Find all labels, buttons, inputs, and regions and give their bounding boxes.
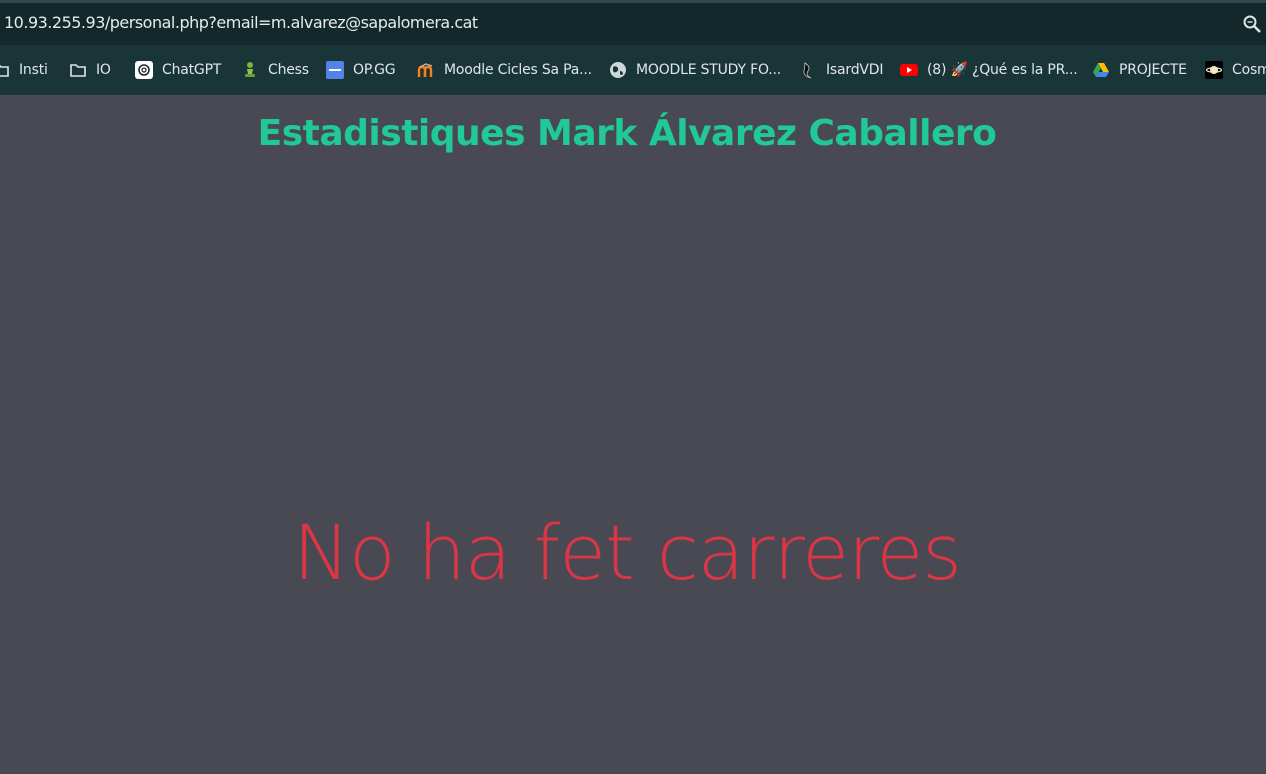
bookmark-projecte[interactable]: PROJECTE (1092, 60, 1187, 80)
address-bar[interactable]: 10.93.255.93/personal.php?email=m.alvare… (0, 3, 1266, 45)
opgg-icon (326, 61, 344, 79)
bookmark-youtube[interactable]: (8) 🚀 ¿Qué es la PR... (900, 60, 1078, 80)
url-text[interactable]: 10.93.255.93/personal.php?email=m.alvare… (4, 13, 478, 32)
bookmark-opgg[interactable]: OP.GG (326, 60, 396, 80)
bookmark-label: IO (96, 62, 111, 78)
chess-pawn-icon (245, 62, 255, 77)
bookmark-label: Insti (19, 62, 48, 78)
bookmark-io[interactable]: IO (69, 60, 111, 80)
globe-icon (610, 62, 626, 78)
page-title: Estadistiques Mark Álvarez Caballero (257, 113, 997, 154)
bookmark-label: (8) 🚀 ¿Qué es la PR... (927, 62, 1078, 78)
bookmark-label: ChatGPT (162, 62, 222, 78)
bookmark-label: OP.GG (353, 62, 396, 78)
bookmark-label: PROJECTE (1119, 62, 1187, 78)
page-content: Estadistiques Mark Álvarez Caballero No … (0, 95, 1266, 774)
bookmark-isardvdi[interactable]: IsardVDI (799, 60, 883, 80)
bookmark-label: MOODLE STUDY FO... (636, 62, 781, 78)
isard-icon (803, 62, 812, 79)
folder-icon (0, 64, 9, 77)
bookmark-chatgpt[interactable]: ChatGPT (135, 60, 221, 80)
youtube-icon (900, 64, 918, 76)
bookmark-cosm[interactable]: Cosm (1205, 60, 1266, 80)
bookmark-moodle-study[interactable]: MOODLE STUDY FO... (609, 60, 781, 80)
google-drive-icon (1093, 63, 1109, 77)
chatgpt-icon (135, 61, 153, 79)
bookmark-label: Chess (268, 62, 309, 78)
bookmark-label: IsardVDI (826, 62, 884, 78)
bookmark-chess[interactable]: Chess (241, 60, 309, 80)
planet-icon (1205, 61, 1223, 79)
bookmark-label: Moodle Cicles Sa Pa... (444, 62, 592, 78)
bookmark-moodle-cicles[interactable]: Moodle Cicles Sa Pa... (417, 60, 592, 80)
bookmark-label: Cosm (1232, 62, 1266, 78)
no-races-message: No ha fet carreres (293, 508, 962, 597)
zoom-magnifier-icon[interactable] (1242, 14, 1262, 34)
folder-icon (70, 64, 86, 77)
moodle-icon (417, 63, 433, 77)
bookmarks-bar: Insti IO ChatGPT Chess OP.GG Moodle Cicl… (0, 45, 1266, 95)
bookmark-insti[interactable]: Insti (0, 60, 48, 80)
